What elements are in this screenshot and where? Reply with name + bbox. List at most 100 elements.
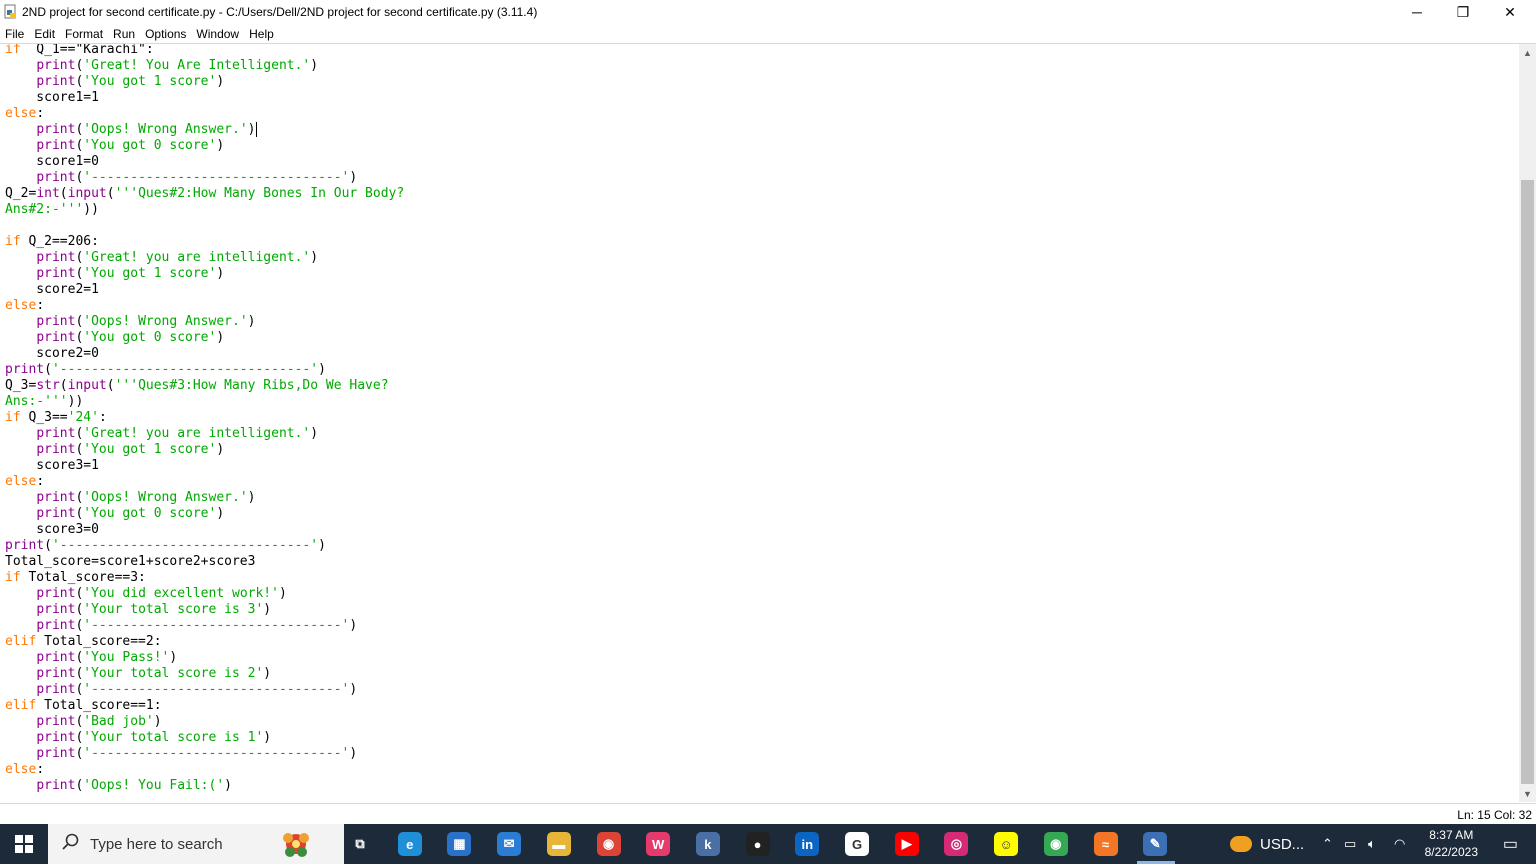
- weather-widget[interactable]: USD...: [1230, 824, 1304, 864]
- code-line[interactable]: Q_3=str(input('''Ques#3:How Many Ribs,Do…: [5, 378, 404, 394]
- code-line[interactable]: print('Your total score is 3'): [5, 602, 404, 618]
- code-line[interactable]: print('You did excellent work!'): [5, 586, 404, 602]
- code-line[interactable]: print('Bad job'): [5, 714, 404, 730]
- code-line[interactable]: print('Great! you are intelligent.'): [5, 250, 404, 266]
- code-line[interactable]: score1=1: [5, 90, 404, 106]
- code-line[interactable]: score2=1: [5, 282, 404, 298]
- code-line[interactable]: Ans#2:-''')): [5, 202, 404, 218]
- code-line[interactable]: print('--------------------------------'…: [5, 746, 404, 762]
- k-app-icon[interactable]: k: [695, 832, 720, 856]
- code-line[interactable]: else:: [5, 106, 404, 122]
- close-button[interactable]: ✕: [1487, 0, 1533, 24]
- code-line[interactable]: print('You got 1 score'): [5, 266, 404, 282]
- code-line[interactable]: score3=0: [5, 522, 404, 538]
- chrome-icon[interactable]: ◉: [596, 832, 621, 856]
- code-line[interactable]: print('--------------------------------'…: [5, 618, 404, 634]
- code-line[interactable]: print('--------------------------------'…: [5, 538, 404, 554]
- code-line[interactable]: print('Oops! Wrong Answer.'): [5, 122, 404, 138]
- jupyter-icon[interactable]: ≈: [1093, 832, 1118, 856]
- code-line[interactable]: Ans:-''')): [5, 394, 404, 410]
- code-line[interactable]: else:: [5, 298, 404, 314]
- code-token: elif: [5, 634, 37, 649]
- code-line[interactable]: score3=1: [5, 458, 404, 474]
- battery-icon[interactable]: ▭: [1344, 824, 1356, 864]
- code-line[interactable]: print('--------------------------------'…: [5, 362, 404, 378]
- code-token: :: [98, 410, 107, 425]
- snapchat-icon[interactable]: ☺: [994, 832, 1019, 856]
- wifi-icon[interactable]: ◠: [1394, 824, 1405, 864]
- code-line[interactable]: print('You Pass!'): [5, 650, 404, 666]
- code-line[interactable]: print('You got 0 score'): [5, 138, 404, 154]
- linkedin-icon[interactable]: in: [795, 832, 820, 856]
- code-token: 'Bad job': [83, 714, 154, 729]
- code-editor[interactable]: if Q_1=="Karachi": print('Great! You Are…: [0, 44, 1519, 802]
- code-token: 'Your total score is 2': [83, 666, 264, 681]
- code-line[interactable]: Total_score=score1+score2+score3: [5, 554, 404, 570]
- code-line[interactable]: print('Oops! You Fail:('): [5, 778, 404, 794]
- code-line[interactable]: print('You got 0 score'): [5, 330, 404, 346]
- code-line[interactable]: print('Your total score is 1'): [5, 730, 404, 746]
- code-line[interactable]: print('Great! you are intelligent.'): [5, 426, 404, 442]
- instagram-icon[interactable]: ◎: [944, 832, 969, 856]
- menu-run[interactable]: Run: [108, 27, 140, 41]
- scrollbar-thumb[interactable]: [1521, 180, 1534, 784]
- edge-icon[interactable]: e: [397, 832, 422, 856]
- show-hidden-icons-icon[interactable]: ⌃: [1322, 824, 1333, 864]
- code-line[interactable]: print('Oops! Wrong Answer.'): [5, 314, 404, 330]
- menu-options[interactable]: Options: [140, 27, 191, 41]
- code-line[interactable]: if Q_3=='24':: [5, 410, 404, 426]
- code-line[interactable]: print('You got 1 score'): [5, 442, 404, 458]
- menu-edit[interactable]: Edit: [29, 27, 60, 41]
- code-line[interactable]: print('--------------------------------'…: [5, 682, 404, 698]
- scroll-down-icon[interactable]: ▼: [1519, 785, 1536, 802]
- menu-window[interactable]: Window: [191, 27, 244, 41]
- youtube-icon[interactable]: ▶: [894, 832, 919, 856]
- code-token: Q_2=: [5, 186, 37, 201]
- code-line[interactable]: elif Total_score==1:: [5, 698, 404, 714]
- code-line[interactable]: if Q_1=="Karachi":: [5, 44, 404, 58]
- google-icon[interactable]: G: [845, 832, 869, 856]
- code-line[interactable]: if Q_2==206:: [5, 234, 404, 250]
- wps-icon[interactable]: W: [646, 832, 671, 856]
- code-line[interactable]: print('Great! You Are Intelligent.'): [5, 58, 404, 74]
- menu-file[interactable]: File: [0, 27, 29, 41]
- code-text[interactable]: if Q_1=="Karachi": print('Great! You Are…: [5, 44, 404, 794]
- code-line[interactable]: score2=0: [5, 346, 404, 362]
- github-icon[interactable]: ●: [745, 832, 770, 856]
- clock[interactable]: 8:37 AM 8/22/2023: [1425, 827, 1478, 861]
- code-line[interactable]: else:: [5, 474, 404, 490]
- taskbar-search[interactable]: Type here to search: [48, 824, 344, 864]
- idle-icon[interactable]: ✎: [1143, 832, 1168, 856]
- minimize-button[interactable]: ─: [1394, 0, 1440, 24]
- code-line[interactable]: print('You got 1 score'): [5, 74, 404, 90]
- code-line[interactable]: score1=0: [5, 154, 404, 170]
- volume-icon[interactable]: 🔈︎: [1368, 824, 1376, 864]
- file-explorer-icon[interactable]: ▬: [546, 832, 571, 856]
- menu-format[interactable]: Format: [60, 27, 108, 41]
- mail-icon[interactable]: ✉: [497, 832, 522, 856]
- code-token: ): [263, 666, 272, 681]
- task-view-icon[interactable]: ⧉: [348, 832, 372, 856]
- code-token: 'Oops! Wrong Answer.': [83, 314, 248, 329]
- scroll-up-icon[interactable]: ▲: [1519, 44, 1536, 61]
- code-line[interactable]: print('--------------------------------'…: [5, 170, 404, 186]
- store-icon[interactable]: ▦: [447, 832, 472, 856]
- notifications-icon[interactable]: ▭: [1503, 824, 1518, 864]
- code-token: print: [36, 682, 76, 697]
- menu-help[interactable]: Help: [244, 27, 279, 41]
- start-button[interactable]: [0, 824, 48, 864]
- code-line[interactable]: Q_2=int(input('''Ques#2:How Many Bones I…: [5, 186, 404, 202]
- restore-button[interactable]: ❐: [1440, 0, 1486, 24]
- chrome-profile-icon[interactable]: ◉: [1043, 832, 1068, 856]
- code-line[interactable]: if Total_score==3:: [5, 570, 404, 586]
- code-line[interactable]: elif Total_score==2:: [5, 634, 404, 650]
- code-line[interactable]: print('Your total score is 2'): [5, 666, 404, 682]
- code-line[interactable]: print('You got 0 score'): [5, 506, 404, 522]
- code-line[interactable]: [5, 218, 404, 234]
- code-line[interactable]: else:: [5, 762, 404, 778]
- vertical-scrollbar[interactable]: ▲ ▼: [1519, 44, 1536, 802]
- code-line[interactable]: print('Oops! Wrong Answer.'): [5, 490, 404, 506]
